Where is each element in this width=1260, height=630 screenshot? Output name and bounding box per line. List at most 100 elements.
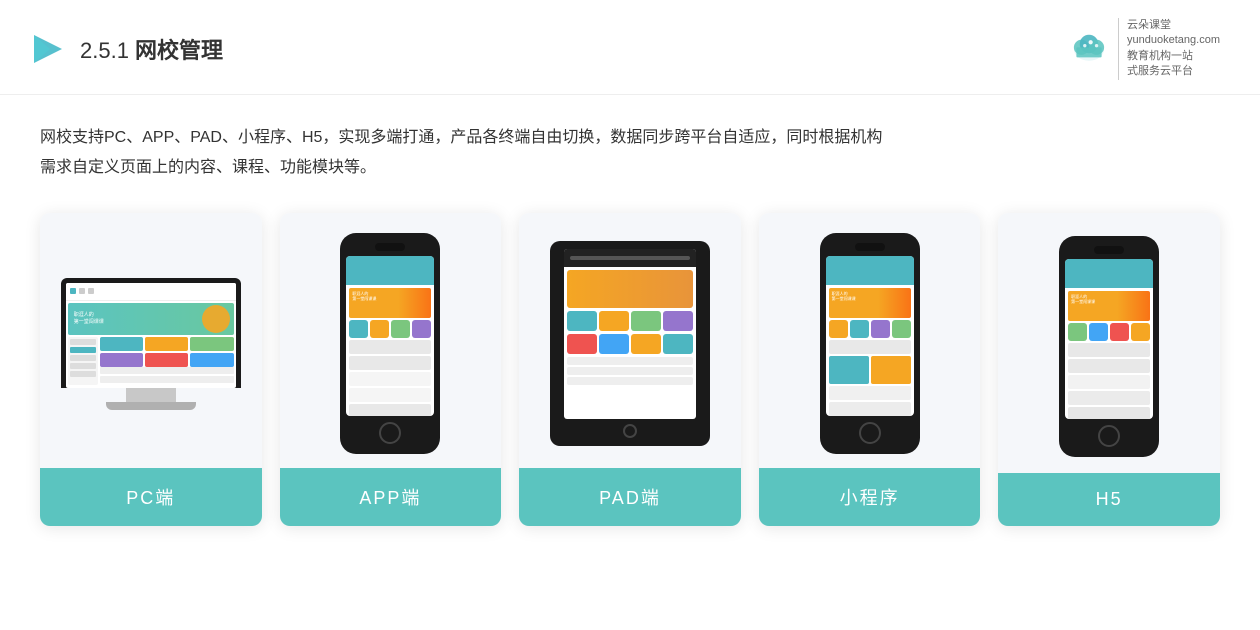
- description-text: 网校支持PC、APP、PAD、小程序、H5，实现多端打通，产品各终端自由切换，数…: [40, 123, 1220, 184]
- mini-card-4: [349, 388, 431, 402]
- h5-icon-1: [1068, 323, 1087, 341]
- miniprogram-card-2b: [871, 356, 911, 384]
- header-left: 2.5.1 网校管理: [30, 31, 223, 67]
- pad-grid: [567, 311, 693, 331]
- pad-item-7: [631, 334, 661, 354]
- mini-card-3: [349, 372, 431, 386]
- brand-name: 云朵课堂: [1127, 18, 1220, 33]
- h5-card-4: [1068, 391, 1150, 405]
- card-miniprogram: 职涯人的第一堂闯课课: [759, 213, 981, 526]
- pc-nav-dot: [70, 288, 76, 294]
- h5-icons: [1068, 323, 1150, 341]
- mini-icon-d: [892, 320, 911, 338]
- miniprogram-banner: 职涯人的第一堂闯课课: [829, 288, 911, 318]
- pad-item-6: [599, 334, 629, 354]
- mini-icons-row: [349, 320, 431, 338]
- pc-main-row-2: [100, 376, 234, 383]
- brand-logo: 云朵课堂 yunduoketang.com 教育机构一站 式服务云平台: [1068, 18, 1220, 80]
- pad-item-5: [567, 334, 597, 354]
- miniprogram-phone-mockup: 职涯人的第一堂闯课课: [820, 233, 920, 454]
- h5-screen-header: [1065, 259, 1153, 288]
- page-container: 2.5.1 网校管理 云朵课堂 yunduoketang.com: [0, 0, 1260, 630]
- mini-icon-2: [370, 320, 389, 338]
- miniprogram-card-2a: [829, 356, 869, 384]
- header: 2.5.1 网校管理 云朵课堂 yunduoketang.com: [0, 0, 1260, 95]
- pad-item-4: [663, 311, 693, 331]
- pc-main: [100, 337, 234, 385]
- card-pad-label: PAD端: [519, 468, 741, 526]
- h5-card-5: [1068, 407, 1150, 419]
- pc-courses-grid: [100, 337, 234, 367]
- pc-base: [106, 402, 196, 410]
- pc-course-1: [100, 337, 143, 351]
- pad-grid-2: [567, 334, 693, 354]
- pc-stand: [126, 388, 176, 402]
- pc-sidebar: [68, 337, 98, 385]
- mini-icon-c: [871, 320, 890, 338]
- pc-course-3: [190, 337, 233, 351]
- h5-home-btn: [1098, 425, 1120, 447]
- pc-content-row: [68, 337, 234, 385]
- pc-main-row-1: [100, 367, 234, 374]
- pc-nav-dot2: [79, 288, 85, 294]
- card-pad-image: [519, 213, 741, 468]
- h5-phone-screen: 职涯人的第一堂闯课课: [1065, 259, 1153, 419]
- card-app-image: 职涯人的第一堂闯课课: [280, 213, 502, 468]
- mini-icon-b: [850, 320, 869, 338]
- miniprogram-card-3: [829, 386, 911, 400]
- card-pc-label: PC端: [40, 468, 262, 526]
- miniprogram-screen-header: [826, 256, 914, 285]
- cards-row: 职涯人的第一堂闯课课: [40, 213, 1220, 526]
- pc-course-2: [145, 337, 188, 351]
- card-h5: 职涯人的第一堂闯课课: [998, 213, 1220, 526]
- card-miniprogram-image: 职涯人的第一堂闯课课: [759, 213, 981, 468]
- mini-icon-a: [829, 320, 848, 338]
- mini-icon-3: [391, 320, 410, 338]
- pad-banner: [567, 270, 693, 308]
- h5-icon-2: [1089, 323, 1108, 341]
- mini-card-5: [349, 404, 431, 416]
- pc-nav-dot3: [88, 288, 94, 294]
- card-miniprogram-label: 小程序: [759, 468, 981, 526]
- pad-mockup: [550, 241, 710, 446]
- miniprogram-phone-screen: 职涯人的第一堂闯课课: [826, 256, 914, 416]
- h5-icon-3: [1110, 323, 1129, 341]
- card-h5-label: H5: [998, 473, 1220, 526]
- mini-banner: 职涯人的第一堂闯课课: [349, 288, 431, 318]
- miniprogram-card-1: [829, 340, 911, 354]
- pad-row-1: [567, 357, 693, 365]
- pc-screen-header-bar: [66, 283, 236, 301]
- mini-icon-1: [349, 320, 368, 338]
- pad-row-3: [567, 377, 693, 385]
- app-phone-screen: 职涯人的第一堂闯课课: [346, 256, 434, 416]
- pad-row-2: [567, 367, 693, 375]
- page-title: 2.5.1 网校管理: [80, 33, 223, 65]
- content-area: 网校支持PC、APP、PAD、小程序、H5，实现多端打通，产品各终端自由切换，数…: [0, 95, 1260, 547]
- mini-screen-header: [346, 256, 434, 285]
- phone-home-btn: [379, 422, 401, 444]
- app-phone-mockup: 职涯人的第一堂闯课课: [340, 233, 440, 454]
- pad-item-3: [631, 311, 661, 331]
- pad-home-btn: [623, 424, 637, 438]
- pad-item-2: [599, 311, 629, 331]
- h5-banner: 职涯人的第一堂闯课课: [1068, 291, 1150, 321]
- mini-card-1: [349, 340, 431, 354]
- card-pad: PAD端: [519, 213, 741, 526]
- h5-icon-4: [1131, 323, 1150, 341]
- miniprogram-screen-body: 职涯人的第一堂闯课课: [826, 285, 914, 416]
- pad-screen: [564, 249, 696, 419]
- h5-card-2: [1068, 359, 1150, 373]
- brand-url: yunduoketang.com: [1127, 33, 1220, 48]
- pad-header-bar: [564, 249, 696, 267]
- pc-screen-inner: 职涯人的第一堂闯课课: [66, 283, 236, 388]
- pad-body: [564, 267, 696, 390]
- card-pc-image: 职涯人的第一堂闯课课: [40, 213, 262, 468]
- logo-arrow-icon: [30, 31, 66, 67]
- h5-phone-notch: [1094, 246, 1124, 254]
- miniprogram-card-4: [829, 402, 911, 416]
- pad-item-1: [567, 311, 597, 331]
- card-pc: 职涯人的第一堂闯课课: [40, 213, 262, 526]
- brand-tagline: 教育机构一站 式服务云平台: [1127, 49, 1220, 80]
- brand-text: 云朵课堂 yunduoketang.com 教育机构一站 式服务云平台: [1118, 18, 1220, 80]
- h5-screen-body: 职涯人的第一堂闯课课: [1065, 288, 1153, 419]
